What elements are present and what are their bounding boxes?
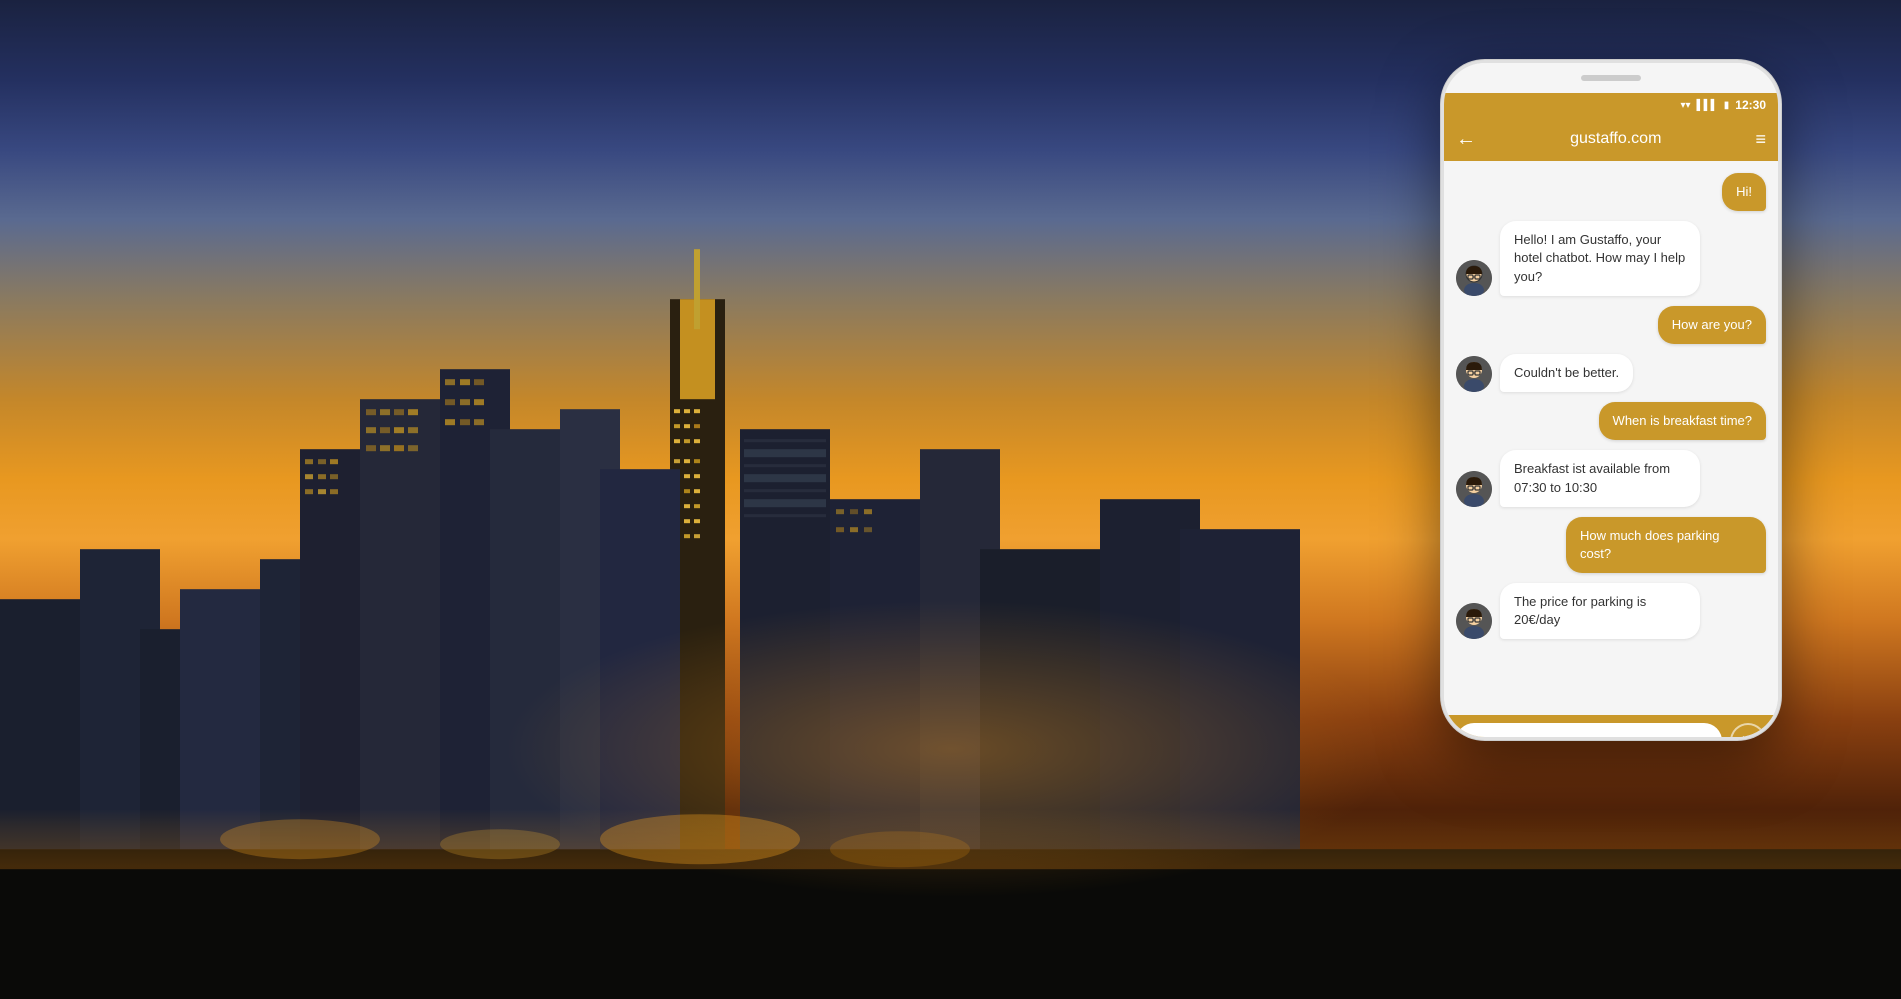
bot-bubble-4: The price for parking is 20€/day [1500, 583, 1700, 639]
phone-body: ▾▾ ▌▌▌ ▮ 12:30 ← gustaffo.com ≡ Hi! [1441, 60, 1781, 740]
message-row-bot-4: The price for parking is 20€/day [1456, 583, 1766, 639]
message-row-user-1: Hi! [1456, 173, 1766, 211]
phone-top [1444, 63, 1778, 93]
app-header: ← gustaffo.com ≡ [1444, 117, 1778, 161]
chat-area: Hi! [1444, 161, 1778, 715]
bot-avatar-4 [1456, 603, 1492, 639]
wifi-icon: ▾▾ [1680, 100, 1690, 111]
bot-bubble-2: Couldn't be better. [1500, 354, 1633, 392]
message-row-user-3: When is breakfast time? [1456, 402, 1766, 440]
message-row-bot-1: Hello! I am Gustaffo, your hotel chatbot… [1456, 221, 1766, 296]
bot-avatar-1 [1456, 260, 1492, 296]
message-row-user-4: How much does parking cost? [1456, 517, 1766, 573]
send-icon: ➤ [1741, 731, 1754, 740]
menu-icon[interactable]: ≡ [1755, 129, 1766, 150]
bot-avatar-3 [1456, 471, 1492, 507]
phone-device: ▾▾ ▌▌▌ ▮ 12:30 ← gustaffo.com ≡ Hi! [1441, 60, 1781, 740]
user-bubble-4: How much does parking cost? [1566, 517, 1766, 573]
user-bubble-3: When is breakfast time? [1599, 402, 1766, 440]
chat-input-field[interactable] [1456, 723, 1722, 740]
send-button[interactable]: ➤ [1730, 723, 1766, 740]
message-row-user-2: How are you? [1456, 306, 1766, 344]
user-bubble-1: Hi! [1722, 173, 1766, 211]
battery-icon: ▮ [1724, 100, 1730, 111]
bot-bubble-1: Hello! I am Gustaffo, your hotel chatbot… [1500, 221, 1700, 296]
user-bubble-2: How are you? [1658, 306, 1766, 344]
app-title: gustaffo.com [1486, 130, 1745, 148]
status-bar: ▾▾ ▌▌▌ ▮ 12:30 [1444, 93, 1778, 117]
signal-icon: ▌▌▌ [1697, 100, 1718, 111]
back-button[interactable]: ← [1456, 128, 1476, 151]
status-time: 12:30 [1735, 98, 1766, 112]
message-row-bot-3: Breakfast ist available from 07:30 to 10… [1456, 450, 1766, 506]
bot-bubble-3: Breakfast ist available from 07:30 to 10… [1500, 450, 1700, 506]
chat-input-area: ➤ [1444, 715, 1778, 740]
message-row-bot-2: Couldn't be better. [1456, 354, 1766, 392]
bot-avatar-2 [1456, 356, 1492, 392]
phone-speaker [1581, 75, 1641, 81]
